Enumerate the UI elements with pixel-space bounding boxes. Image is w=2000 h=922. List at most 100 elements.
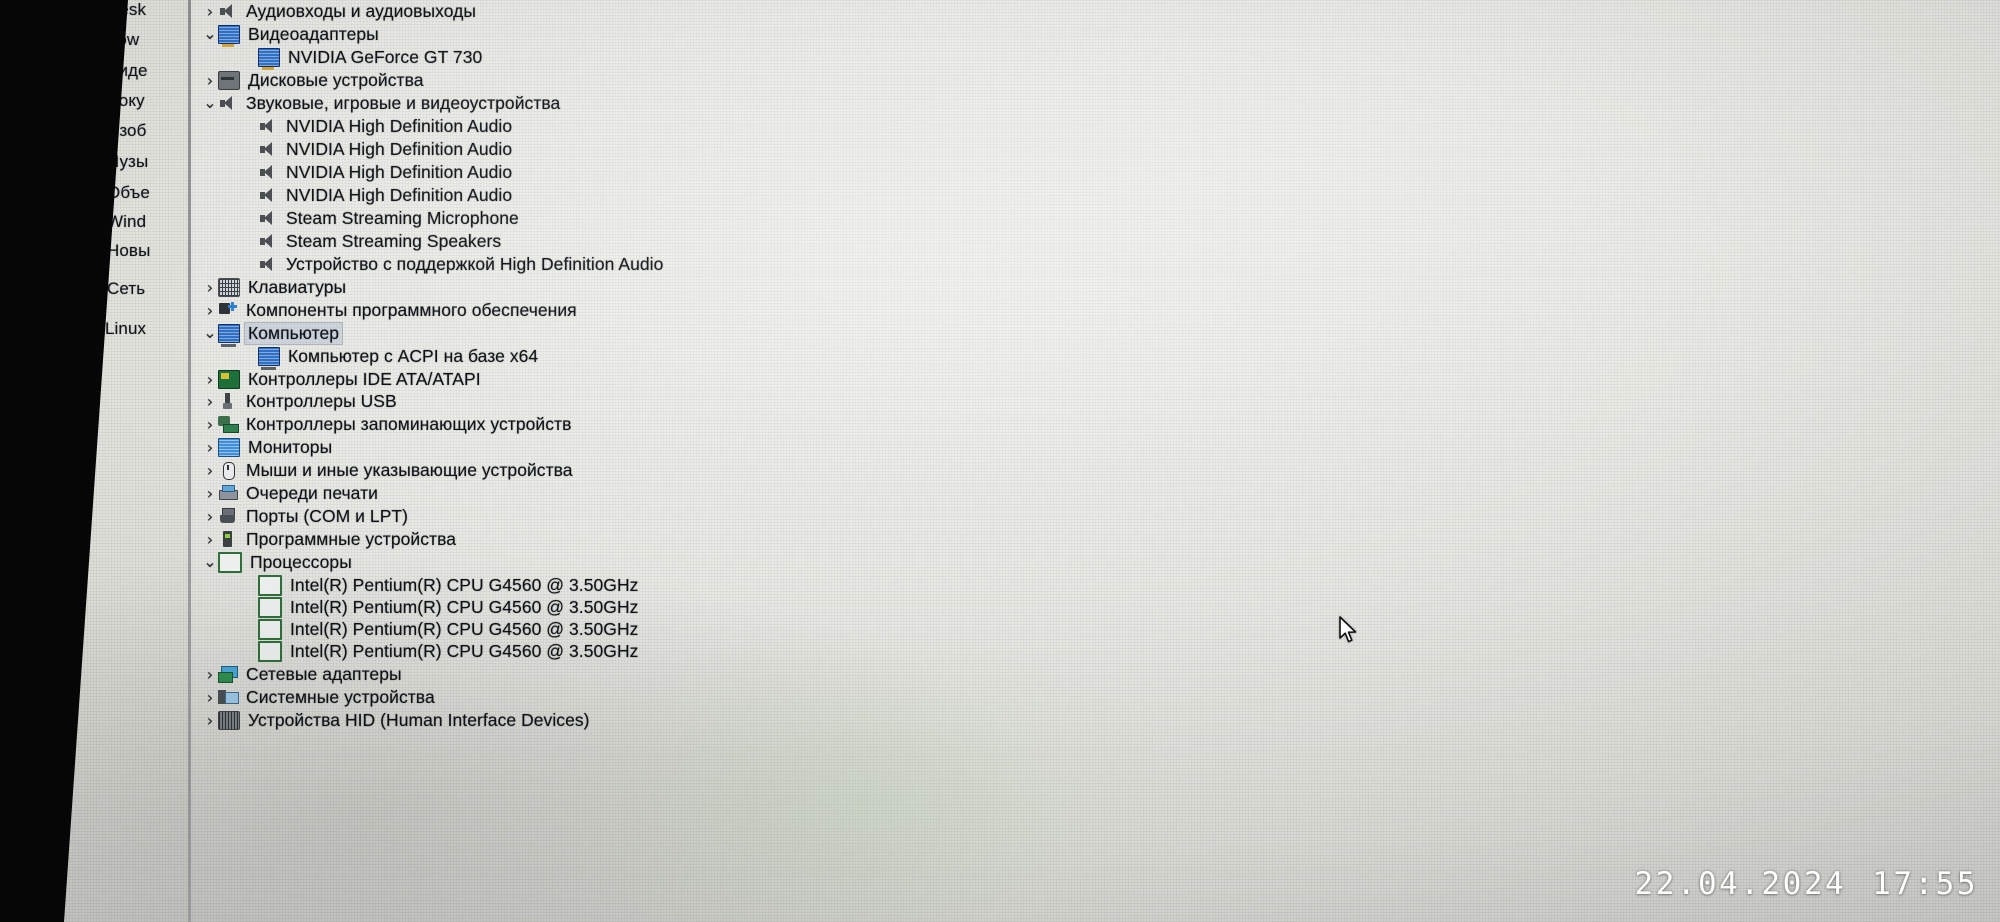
tree-row[interactable]: ›Steam Streaming Speakers xyxy=(242,230,501,253)
network-adapter-icon xyxy=(218,666,238,683)
speaker-icon xyxy=(258,118,278,135)
cpu-icon xyxy=(258,641,282,662)
chevron-down-icon[interactable]: ⌄ xyxy=(202,553,218,570)
tree-row-label: Intel(R) Pentium(R) CPU G4560 @ 3.50GHz xyxy=(290,597,639,617)
chevron-right-icon[interactable]: › xyxy=(202,689,218,706)
chevron-right-icon[interactable]: › xyxy=(202,393,218,410)
chevron-down-icon[interactable]: ⌄ xyxy=(202,324,218,341)
tree-row[interactable]: ›NVIDIA High Definition Audio xyxy=(242,161,512,184)
tree-row-label: Компоненты программного обеспечения xyxy=(246,300,577,320)
computer-icon xyxy=(258,347,280,370)
window-left-border xyxy=(188,0,191,922)
cpu-icon xyxy=(258,575,282,596)
tree-row-label: NVIDIA High Definition Audio xyxy=(286,185,513,205)
tree-row[interactable]: › Дисковые устройства xyxy=(202,69,424,92)
tree-row-label: Программные устройства xyxy=(246,529,457,549)
chevron-right-icon[interactable]: › xyxy=(202,462,218,479)
hid-icon xyxy=(218,711,240,730)
tree-row[interactable]: ›NVIDIA High Definition Audio xyxy=(242,184,512,207)
tree-row-label: Устройство с поддержкой High Definition … xyxy=(286,254,664,274)
chevron-right-icon[interactable]: › xyxy=(202,485,218,502)
chevron-right-icon[interactable]: › xyxy=(202,371,218,388)
storage-controller-icon xyxy=(218,416,239,433)
tree-row[interactable]: ›NVIDIA High Definition Audio xyxy=(242,115,512,138)
tree-row[interactable]: › Контроллеры запоминающих устройств xyxy=(202,413,572,436)
nav-item-label: Сеть xyxy=(107,279,146,298)
software-component-icon xyxy=(218,302,238,319)
nav-item-label: Linux xyxy=(105,319,147,338)
tree-row[interactable]: ›Устройство с поддержкой High Definition… xyxy=(242,253,663,276)
tree-row[interactable]: › Мониторы xyxy=(202,436,332,459)
tree-row[interactable]: ⌄ Звуковые, игровые и видеоустройства xyxy=(202,92,560,115)
tree-row[interactable]: ›NVIDIA GeForce GT 730 xyxy=(242,46,483,70)
tree-row-label: Сетевые адаптеры xyxy=(246,664,402,684)
tree-row-label: Steam Streaming Speakers xyxy=(286,231,502,251)
tree-row-label: NVIDIA High Definition Audio xyxy=(286,116,513,136)
chevron-right-icon[interactable]: › xyxy=(202,508,218,525)
tree-row[interactable]: ›Intel(R) Pentium(R) CPU G4560 @ 3.50GHz xyxy=(242,596,638,619)
tree-row[interactable]: › Системные устройства xyxy=(202,686,435,709)
chevron-right-icon[interactable]: › xyxy=(202,666,218,683)
tree-row[interactable]: › Контроллеры USB xyxy=(202,390,397,413)
speaker-icon xyxy=(258,210,278,227)
tree-row[interactable]: ›Intel(R) Pentium(R) CPU G4560 @ 3.50GHz xyxy=(242,618,638,641)
mouse-icon xyxy=(218,462,238,480)
speaker-icon xyxy=(258,233,278,250)
tree-row[interactable]: › Контроллеры IDE ATA/ATAPI xyxy=(202,368,481,391)
chevron-right-icon[interactable]: › xyxy=(202,279,218,296)
tree-row-label: Мыши и иные указывающие устройства xyxy=(246,460,573,480)
speaker-icon xyxy=(258,141,278,158)
chevron-right-icon[interactable]: › xyxy=(202,3,218,20)
chevron-down-icon[interactable]: ⌄ xyxy=(202,94,218,111)
speaker-icon xyxy=(258,187,278,204)
speaker-icon xyxy=(218,95,238,112)
tree-row[interactable]: ›Intel(R) Pentium(R) CPU G4560 @ 3.50GHz xyxy=(242,640,638,663)
disk-icon xyxy=(218,71,240,90)
tree-row[interactable]: › Аудиовходы и аудиовыходы xyxy=(202,0,476,23)
chevron-right-icon[interactable]: › xyxy=(202,416,218,433)
chevron-right-icon[interactable]: › xyxy=(202,712,218,729)
tree-row-label: Intel(R) Pentium(R) CPU G4560 @ 3.50GHz xyxy=(290,641,639,661)
tree-row[interactable]: › Устройства HID (Human Interface Devices… xyxy=(202,709,590,732)
tree-row[interactable]: › Компоненты программного обеспечения xyxy=(202,299,577,322)
tree-row-selected[interactable]: ⌄ Компьютер xyxy=(202,322,343,347)
chevron-right-icon[interactable]: › xyxy=(202,531,218,548)
print-queue-icon xyxy=(218,485,238,502)
tree-row[interactable]: ⌄ Процессоры xyxy=(202,551,352,574)
speaker-icon xyxy=(258,164,278,181)
nav-item-label: Новы xyxy=(107,241,151,260)
tree-row[interactable]: ⌄ Видеоадаптеры xyxy=(202,23,379,47)
tree-row-label: Контроллеры запоминающих устройств xyxy=(246,414,572,434)
tree-row-label: Intel(R) Pentium(R) CPU G4560 @ 3.50GHz xyxy=(290,619,639,639)
tree-row[interactable]: ›NVIDIA High Definition Audio xyxy=(242,138,512,161)
speaker-icon xyxy=(218,3,238,20)
tree-row[interactable]: › Очереди печати xyxy=(202,482,378,505)
tree-row-label: Мониторы xyxy=(248,437,333,457)
chevron-right-icon[interactable]: › xyxy=(202,302,218,319)
tree-row-label: Очереди печати xyxy=(246,483,378,503)
tree-row[interactable]: ›Компьютер с ACPI на базе x64 xyxy=(242,345,539,370)
tree-row-label: NVIDIA High Definition Audio xyxy=(286,162,513,182)
tree-row-label: Клавиатуры xyxy=(248,277,347,297)
tree-row-label: Дисковые устройства xyxy=(248,70,424,90)
tree-row[interactable]: › Мыши и иные указывающие устройства xyxy=(202,459,573,482)
tree-row-label: Компьютер xyxy=(245,323,343,344)
tree-row[interactable]: › Сетевые адаптеры xyxy=(202,663,402,686)
tree-row[interactable]: ›Intel(R) Pentium(R) CPU G4560 @ 3.50GHz xyxy=(242,574,638,597)
tree-row-label: NVIDIA GeForce GT 730 xyxy=(288,47,483,67)
tree-row[interactable]: ›Steam Streaming Microphone xyxy=(242,207,519,230)
tree-row-label: Контроллеры IDE ATA/ATAPI xyxy=(248,369,481,389)
tree-row-label: Контроллеры USB xyxy=(246,391,397,411)
tree-row[interactable]: › Порты (COM и LPT) xyxy=(202,505,408,528)
chevron-right-icon[interactable]: › xyxy=(202,72,218,89)
chevron-right-icon[interactable]: › xyxy=(202,439,218,456)
timestamp-time: 17:55 xyxy=(1872,866,1978,902)
device-manager-window[interactable]: ›Аудиовходы и аудиовыходы⌄Видеоадаптеры›… xyxy=(188,0,2000,922)
software-device-icon xyxy=(218,531,238,548)
tree-row-label: Компьютер с ACPI на базе x64 xyxy=(288,346,539,366)
tree-row[interactable]: › Клавиатуры xyxy=(202,276,346,299)
chevron-down-icon[interactable]: ⌄ xyxy=(202,25,218,42)
tree-row-label: Звуковые, игровые и видеоустройства xyxy=(246,93,561,113)
speaker-icon xyxy=(258,256,278,273)
tree-row[interactable]: › Программные устройства xyxy=(202,528,456,551)
